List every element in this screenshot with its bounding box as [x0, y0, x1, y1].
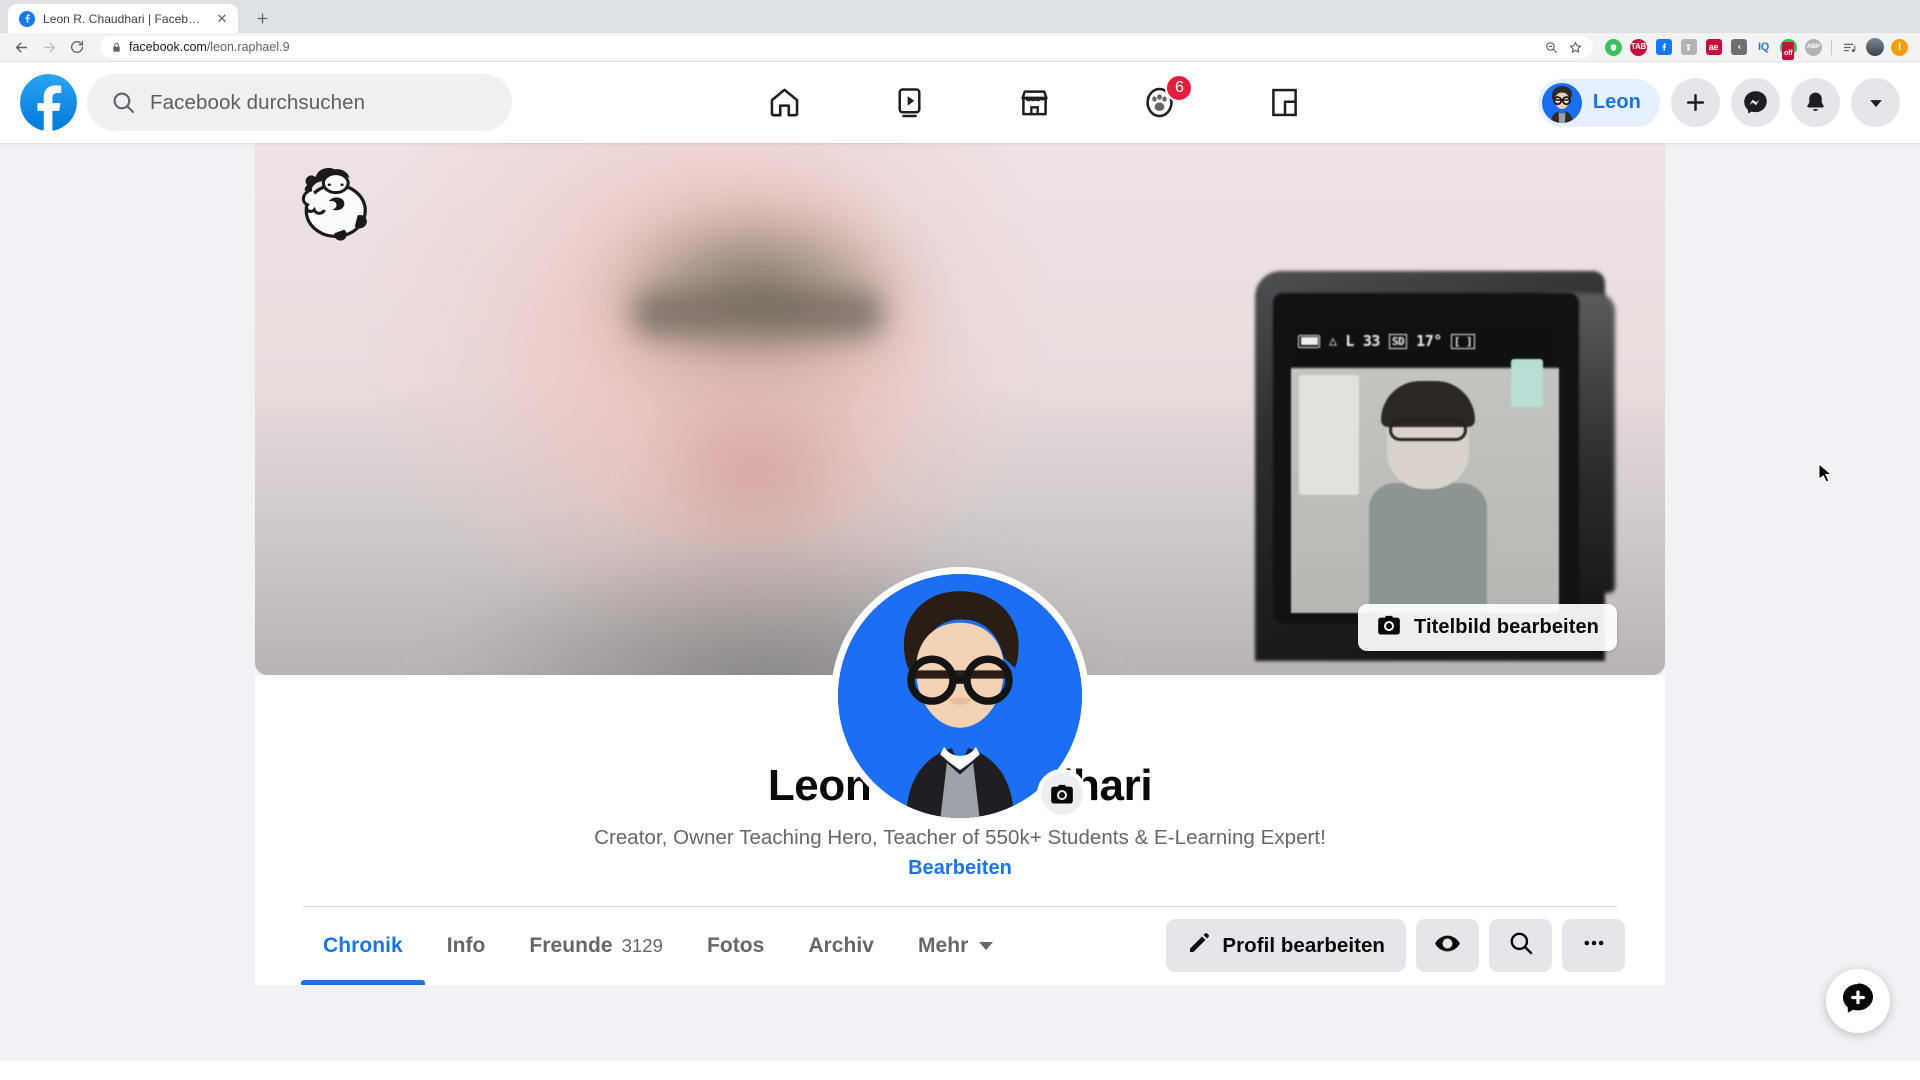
search-placeholder: Facebook durchsuchen: [150, 90, 366, 114]
close-icon[interactable]: ✕: [214, 11, 230, 27]
edit-bio-link[interactable]: Bearbeiten: [255, 857, 1665, 880]
browser-tab[interactable]: Leon R. Chaudhari | Facebook ✕: [8, 4, 238, 33]
teaching-hero-strongman-logo: [283, 165, 379, 243]
browser-toolbar: facebook.com/leon.raphael.9 TAB ae IQ of…: [0, 33, 1920, 62]
tab-freunde[interactable]: Freunde 3129: [507, 907, 685, 985]
avatar: [1541, 82, 1582, 123]
osd-zoom: 17°: [1416, 332, 1442, 350]
friends-count: 3129: [621, 934, 663, 956]
new-message-fab[interactable]: [1826, 969, 1890, 1033]
profile-bio: Creator, Owner Teaching Hero, Teacher of…: [594, 825, 1326, 849]
tab-archiv[interactable]: Archiv: [786, 907, 896, 985]
more-options-button[interactable]: [1562, 919, 1625, 973]
forward-icon[interactable]: [36, 34, 62, 60]
ae-extension[interactable]: ae: [1701, 35, 1726, 60]
adblock-off-label: off: [1784, 49, 1793, 57]
window-extension[interactable]: [1726, 35, 1751, 60]
account-profile-shortcut[interactable]: Leon: [1537, 78, 1660, 127]
focus-icon: [ ]: [1450, 333, 1476, 349]
lock-icon: [111, 42, 122, 53]
create-plus-button[interactable]: [1671, 78, 1720, 127]
abp-extension[interactable]: ABP: [1801, 35, 1826, 60]
tab-chronik[interactable]: Chronik: [301, 907, 425, 985]
edit-cover-photo-label: Titelbild bearbeiten: [1414, 616, 1599, 638]
tab-label: Info: [446, 933, 486, 957]
tab-info[interactable]: Info: [425, 907, 508, 985]
profile-page: △ L 33 SD 17° [ ] Titelbild bearbeiten L…: [0, 143, 1920, 1061]
tab-label: Freunde: [529, 933, 613, 957]
camera-osd: △ L 33 SD 17° [ ]: [1291, 327, 1559, 355]
tab-mehr[interactable]: Mehr: [896, 907, 1015, 985]
edit-profile-label: Profil bearbeiten: [1222, 933, 1385, 957]
osd-shots: 33: [1362, 332, 1381, 350]
tab-strip: Leon R. Chaudhari | Facebook ✕: [0, 0, 1920, 33]
profile-tabs: Chronik Info Freunde 3129 Fotos Archiv M…: [255, 907, 1665, 985]
nav-watch[interactable]: [847, 71, 972, 135]
change-profile-picture-button[interactable]: [1037, 769, 1087, 819]
grey-extension[interactable]: [1676, 35, 1701, 60]
tab-label: Chronik: [323, 933, 403, 957]
new-message-icon: [1840, 981, 1876, 1022]
lcd-subject-person: [1369, 379, 1487, 613]
bookmark-star-icon[interactable]: [1568, 40, 1583, 55]
mouse-cursor: [1818, 462, 1834, 490]
account-name: Leon: [1592, 91, 1641, 113]
browser-window: Leon R. Chaudhari | Facebook ✕ facebook.…: [0, 0, 1920, 1080]
facebook-favicon: [19, 10, 35, 27]
chevron-down-icon: [979, 941, 994, 950]
account-controls: Leon: [1537, 78, 1900, 127]
tab-label: Mehr: [918, 933, 969, 957]
sd-card-icon: SD: [1388, 333, 1408, 349]
reading-list-icon[interactable]: [1837, 35, 1862, 60]
zoom-icon[interactable]: [1544, 40, 1558, 54]
tab-label: Archiv: [808, 933, 875, 957]
profile-search-button[interactable]: [1489, 919, 1552, 973]
nav-groups[interactable]: 6: [1097, 71, 1222, 135]
browser-profile-avatar[interactable]: [1862, 35, 1887, 60]
profile-picture[interactable]: [831, 567, 1089, 825]
main-navigation: 6: [512, 71, 1538, 135]
groups-badge: 6: [1165, 73, 1194, 102]
search-icon: [1508, 930, 1534, 961]
osd-quality: L: [1345, 332, 1354, 350]
adblock-off-extension[interactable]: off: [1776, 35, 1801, 60]
notifications-button[interactable]: [1791, 78, 1840, 127]
eye-icon: [1434, 930, 1461, 962]
nav-gaming[interactable]: [1222, 71, 1347, 135]
facebook-top-navbar: Facebook durchsuchen 6 Leon: [0, 62, 1920, 143]
tab-extension[interactable]: TAB: [1626, 35, 1651, 60]
tab-title: Leon R. Chaudhari | Facebook: [43, 11, 206, 26]
lcd-background-object: [1511, 359, 1543, 407]
camera-icon: [1376, 612, 1402, 643]
new-tab-button[interactable]: [248, 4, 276, 32]
view-as-button[interactable]: [1416, 919, 1479, 973]
nav-marketplace[interactable]: [972, 71, 1097, 135]
back-icon[interactable]: [8, 34, 34, 60]
edit-profile-button[interactable]: Profil bearbeiten: [1166, 919, 1406, 973]
ellipsis-icon: [1581, 930, 1607, 961]
lcd-background-panel: [1299, 375, 1359, 495]
tab-label: Fotos: [706, 933, 765, 957]
account-menu-button[interactable]: [1851, 78, 1900, 127]
ublock-origin-extension[interactable]: [1601, 35, 1626, 60]
extension-toolbar: TAB ae IQ off ABP !: [1601, 35, 1912, 60]
reload-icon[interactable]: [64, 34, 90, 60]
nav-home[interactable]: [722, 71, 847, 135]
update-alert-icon[interactable]: !: [1887, 35, 1912, 60]
address-bar[interactable]: facebook.com/leon.raphael.9: [100, 36, 1593, 58]
camera-lcd-screen: △ L 33 SD 17° [ ]: [1291, 323, 1559, 613]
search-input[interactable]: Facebook durchsuchen: [87, 74, 512, 131]
cover-subject-glasses: [633, 291, 883, 337]
battery-icon: [1298, 334, 1320, 348]
search-icon: [111, 90, 136, 115]
pencil-icon: [1187, 931, 1211, 960]
iq-extension[interactable]: IQ: [1751, 35, 1776, 60]
url-text: facebook.com/leon.raphael.9: [129, 40, 290, 54]
tab-fotos[interactable]: Fotos: [685, 907, 786, 985]
messenger-button[interactable]: [1731, 78, 1780, 127]
toolbar-divider: [1831, 39, 1832, 55]
facebook-logo[interactable]: [20, 74, 77, 131]
edit-cover-photo-button[interactable]: Titelbild bearbeiten: [1358, 604, 1617, 651]
facebook-container-extension[interactable]: [1651, 35, 1676, 60]
